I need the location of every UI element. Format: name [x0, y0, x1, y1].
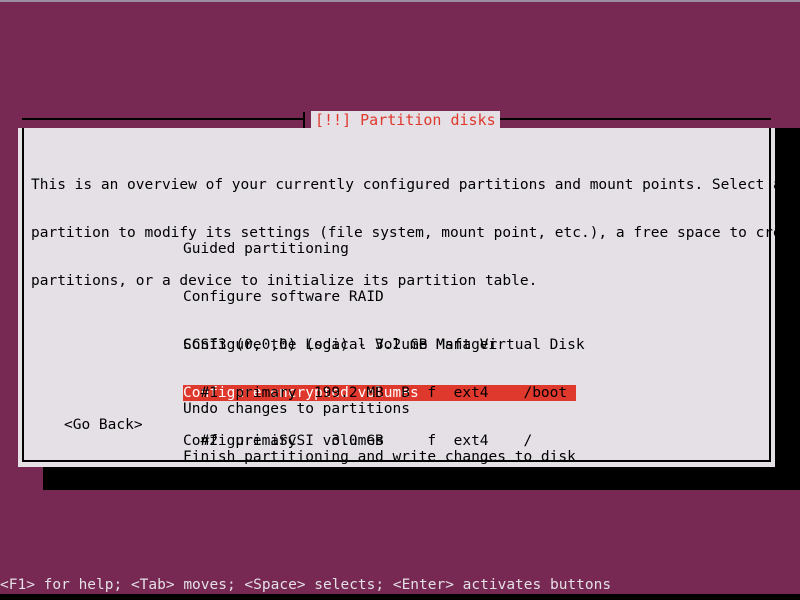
menu-item-guided-partitioning[interactable]: Guided partitioning [183, 241, 576, 257]
screen-top-edge [0, 0, 800, 2]
dialog-title: [!!] Partition disks [311, 111, 500, 129]
installer-screen: [!!] Partition disks This is an overview… [0, 0, 800, 600]
disk-device-sda[interactable]: SCSI3 (0,0,0) (sda) - 3.2 GB Msft Virtua… [183, 337, 585, 353]
description-line-1: This is an overview of your currently co… [31, 177, 782, 193]
menu-item-configure-software-raid[interactable]: Configure software RAID [183, 289, 576, 305]
title-rule-left [22, 118, 305, 120]
menu-item-undo-changes[interactable]: Undo changes to partitions [183, 401, 576, 417]
title-tick-left [303, 112, 305, 128]
menu-item-finish-partitioning[interactable]: Finish partitioning and write changes to… [183, 449, 576, 465]
partition-actions: Undo changes to partitions Finish partit… [183, 369, 576, 497]
title-rule-right [487, 118, 771, 120]
help-bar: <F1> for help; <Tab> moves; <Space> sele… [0, 576, 800, 594]
screen-bottom-edge [0, 594, 800, 600]
go-back-button[interactable]: <Go Back> [64, 417, 143, 433]
